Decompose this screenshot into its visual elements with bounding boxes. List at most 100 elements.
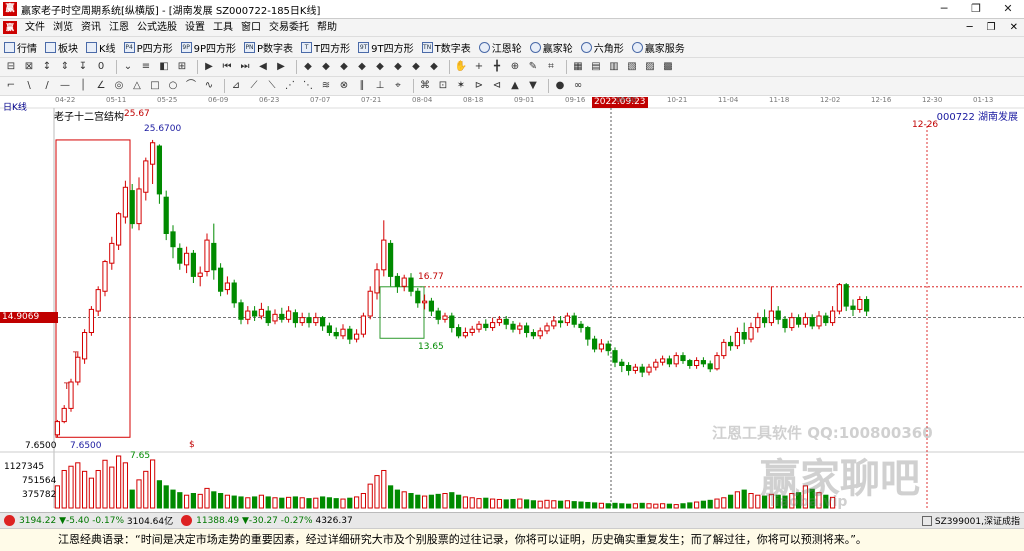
- toolbar2-tool-26[interactable]: ⊕: [508, 60, 522, 74]
- toolbar-button-2[interactable]: K线: [86, 40, 116, 55]
- toolbar3-tool-12[interactable]: ⊿: [229, 79, 243, 93]
- toolbar2-tool-14[interactable]: ▶: [274, 60, 288, 74]
- toolbar3-tool-24[interactable]: ✶: [454, 79, 468, 93]
- toolbar3-tool-10[interactable]: ⌒: [184, 79, 198, 93]
- index-code[interactable]: SZ399001,深证成指: [935, 514, 1020, 527]
- toolbar3-tool-4[interactable]: │: [76, 79, 90, 93]
- toolbar2-tool-5[interactable]: 0: [94, 60, 108, 74]
- toolbar2-tool-19[interactable]: ◆: [373, 60, 387, 74]
- toolbar2-tool-10[interactable]: ▶: [202, 60, 216, 74]
- toolbar2-tool-24[interactable]: +: [472, 60, 486, 74]
- toolbar3-tool-26[interactable]: ⊲: [490, 79, 504, 93]
- toolbar2-tool-3[interactable]: ⇕: [58, 60, 72, 74]
- toolbar3-tool-13[interactable]: ⟋: [247, 79, 261, 93]
- sh-index-icon[interactable]: [4, 515, 15, 526]
- toolbar-button-4[interactable]: 9P 9P四方形: [180, 40, 236, 55]
- toolbar3-tool-23[interactable]: ⊡: [436, 79, 450, 93]
- toolbar2-tool-29[interactable]: ▦: [571, 60, 585, 74]
- toolbar-button-3[interactable]: P4 P四方形: [123, 40, 173, 55]
- menu-item-7[interactable]: 窗口: [237, 19, 265, 37]
- toolbar-button-11[interactable]: 六角形: [580, 40, 624, 55]
- toolbar2-tool-31[interactable]: ▥: [607, 60, 621, 74]
- toolbar-button-0[interactable]: 行情: [4, 40, 37, 55]
- toolbar2-tool-20[interactable]: ◆: [391, 60, 405, 74]
- toolbar3-tool-7[interactable]: △: [130, 79, 144, 93]
- toolbar3-tool-6[interactable]: ◎: [112, 79, 126, 93]
- toolbar3-tool-19[interactable]: ∥: [355, 79, 369, 93]
- toolbar2-tool-34[interactable]: ▩: [661, 60, 675, 74]
- toolbar2-tool-16[interactable]: ◆: [319, 60, 333, 74]
- restore-button[interactable]: ❐: [960, 0, 992, 19]
- toolbar3-tool-22[interactable]: ⌘: [418, 79, 432, 93]
- toolbar-button-6[interactable]: T T四方形: [301, 40, 350, 55]
- menu-item-4[interactable]: 公式选股: [133, 19, 181, 37]
- toolbar2-tool-4[interactable]: ↧: [76, 60, 90, 74]
- mdi-minimize-button[interactable]: ─: [967, 19, 973, 37]
- minimize-button[interactable]: ─: [928, 0, 960, 19]
- menu-item-9[interactable]: 帮助: [313, 19, 341, 37]
- toolbar-button-12[interactable]: 赢家服务: [631, 40, 685, 55]
- toolbar2-tool-30[interactable]: ▤: [589, 60, 603, 74]
- index-selector-icon[interactable]: [921, 515, 932, 526]
- toolbar3-tool-21[interactable]: ⌖: [391, 79, 405, 93]
- toolbar3-tool-14[interactable]: ⟍: [265, 79, 279, 93]
- toolbar3-tool-28[interactable]: ▼: [526, 79, 540, 93]
- toolbar3-tool-25[interactable]: ⊳: [472, 79, 486, 93]
- toolbar-button-10[interactable]: 赢家轮: [529, 40, 573, 55]
- toolbar3-tool-30[interactable]: ∞: [571, 79, 585, 93]
- toolbar2-tool-6[interactable]: ⌄: [121, 60, 135, 74]
- toolbar2-tool-7[interactable]: ≡: [139, 60, 153, 74]
- toolbar3-tool-18[interactable]: ⊗: [337, 79, 351, 93]
- toolbar2-tool-25[interactable]: ╋: [490, 60, 504, 74]
- menu-item-2[interactable]: 资讯: [77, 19, 105, 37]
- toolbar-button-5[interactable]: PN P数字表: [244, 40, 293, 55]
- toolbar3-tool-2[interactable]: /: [40, 79, 54, 93]
- toolbar2-tool-1[interactable]: ⊠: [22, 60, 36, 74]
- toolbar-button-9[interactable]: 江恩轮: [478, 40, 522, 55]
- toolbar3-tool-9[interactable]: ○: [166, 79, 180, 93]
- menu-item-3[interactable]: 江恩: [105, 19, 133, 37]
- toolbar2-tool-12[interactable]: ⏭: [238, 60, 252, 74]
- toolbar3-tool-3[interactable]: —: [58, 79, 72, 93]
- toolbar2-tool-8[interactable]: ◧: [157, 60, 171, 74]
- toolbar-button-8[interactable]: TN T数字表: [421, 40, 471, 55]
- toolbar2-tool-15[interactable]: ◆: [301, 60, 315, 74]
- toolbar2-tool-21[interactable]: ◆: [409, 60, 423, 74]
- toolbar2-tool-33[interactable]: ▨: [643, 60, 657, 74]
- toolbar2-tool-13[interactable]: ◀: [256, 60, 270, 74]
- toolbar2-tool-11[interactable]: ⏮: [220, 60, 234, 74]
- toolbar2-tool-32[interactable]: ▧: [625, 60, 639, 74]
- toolbar-button-1[interactable]: 板块: [45, 40, 78, 55]
- toolbar2-tool-9[interactable]: ⊞: [175, 60, 189, 74]
- toolbar3-tool-20[interactable]: ⊥: [373, 79, 387, 93]
- menu-item-5[interactable]: 设置: [181, 19, 209, 37]
- toolbar3-tool-17[interactable]: ≋: [319, 79, 333, 93]
- toolbar3-tool-29[interactable]: ●: [553, 79, 567, 93]
- menu-item-1[interactable]: 浏览: [49, 19, 77, 37]
- toolbar2-tool-23[interactable]: ✋: [454, 60, 468, 74]
- menu-item-6[interactable]: 工具: [209, 19, 237, 37]
- toolbar2-tool-2[interactable]: ↕: [40, 60, 54, 74]
- toolbar2-tool-28[interactable]: ⌗: [544, 60, 558, 74]
- toolbar2-tool-17[interactable]: ◆: [337, 60, 351, 74]
- toolbar2-tool-0[interactable]: ⊟: [4, 60, 18, 74]
- mdi-close-button[interactable]: ✕: [1010, 19, 1018, 37]
- mdi-restore-button[interactable]: ❐: [987, 19, 996, 37]
- close-button[interactable]: ✕: [992, 0, 1024, 19]
- toolbar-button-7[interactable]: 9T 9T四方形: [358, 40, 414, 55]
- toolbar3-tool-16[interactable]: ⋱: [301, 79, 315, 93]
- sz-index-icon[interactable]: [181, 515, 193, 526]
- menu-item-8[interactable]: 交易委托: [265, 19, 313, 37]
- toolbar3-tool-11[interactable]: ∿: [202, 79, 216, 93]
- toolbar3-tool-1[interactable]: \: [22, 79, 36, 93]
- toolbar3-tool-27[interactable]: ▲: [508, 79, 522, 93]
- kline-chart[interactable]: 日K线 老子十二宫结构 000722 湖南发展 14.9069 2022.09.…: [0, 96, 1024, 512]
- toolbar2-tool-22[interactable]: ◆: [427, 60, 441, 74]
- toolbar2-tool-27[interactable]: ✎: [526, 60, 540, 74]
- toolbar3-tool-15[interactable]: ⋰: [283, 79, 297, 93]
- toolbar2-tool-18[interactable]: ◆: [355, 60, 369, 74]
- toolbar3-tool-8[interactable]: □: [148, 79, 162, 93]
- menu-item-0[interactable]: 文件: [21, 19, 49, 37]
- toolbar3-tool-5[interactable]: ∠: [94, 79, 108, 93]
- toolbar3-tool-0[interactable]: ⌐: [4, 79, 18, 93]
